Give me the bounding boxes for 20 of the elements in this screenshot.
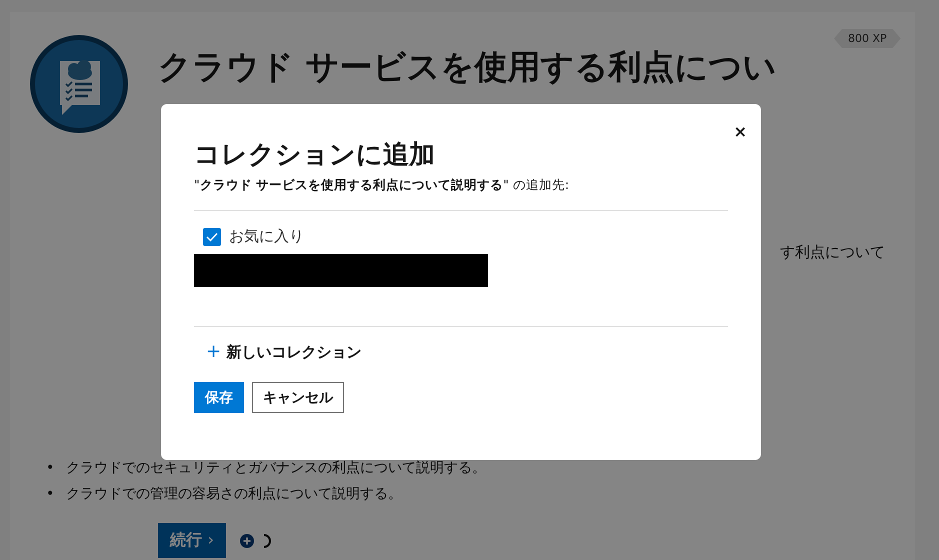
page-title: クラウド サービスを使用する利点につい — [158, 47, 778, 87]
objective-item: クラウドでのセキュリティとガバナンスの利点について説明する。 — [66, 459, 486, 478]
paragraph-text: す利点について — [780, 243, 885, 262]
bullet-mark: • — [46, 485, 54, 504]
bullet-mark: • — [46, 459, 54, 478]
add-icon[interactable] — [240, 534, 254, 548]
cloud-checklist-icon — [28, 33, 130, 135]
spinner-icon — [262, 532, 272, 548]
dialog-title: コレクションに追加 — [194, 139, 436, 172]
checkmark-icon — [206, 232, 218, 242]
new-collection-button[interactable]: + 新しいコレクション — [206, 341, 362, 362]
save-button[interactable]: 保存 — [194, 382, 244, 413]
collection-label: お気に入り — [229, 227, 304, 246]
dialog-subtitle: "クラウド サービスを使用する利点について説明する" の追加先: — [194, 177, 570, 194]
xp-badge: 800 XP — [834, 29, 901, 48]
continue-button[interactable]: 続行 › — [158, 523, 226, 558]
close-button[interactable]: × — [732, 122, 749, 141]
objective-item: クラウドでの管理の容易さの利点について説明する。 — [66, 485, 402, 504]
collection-checkbox[interactable] — [203, 228, 221, 246]
cancel-button[interactable]: キャンセル — [252, 382, 344, 413]
